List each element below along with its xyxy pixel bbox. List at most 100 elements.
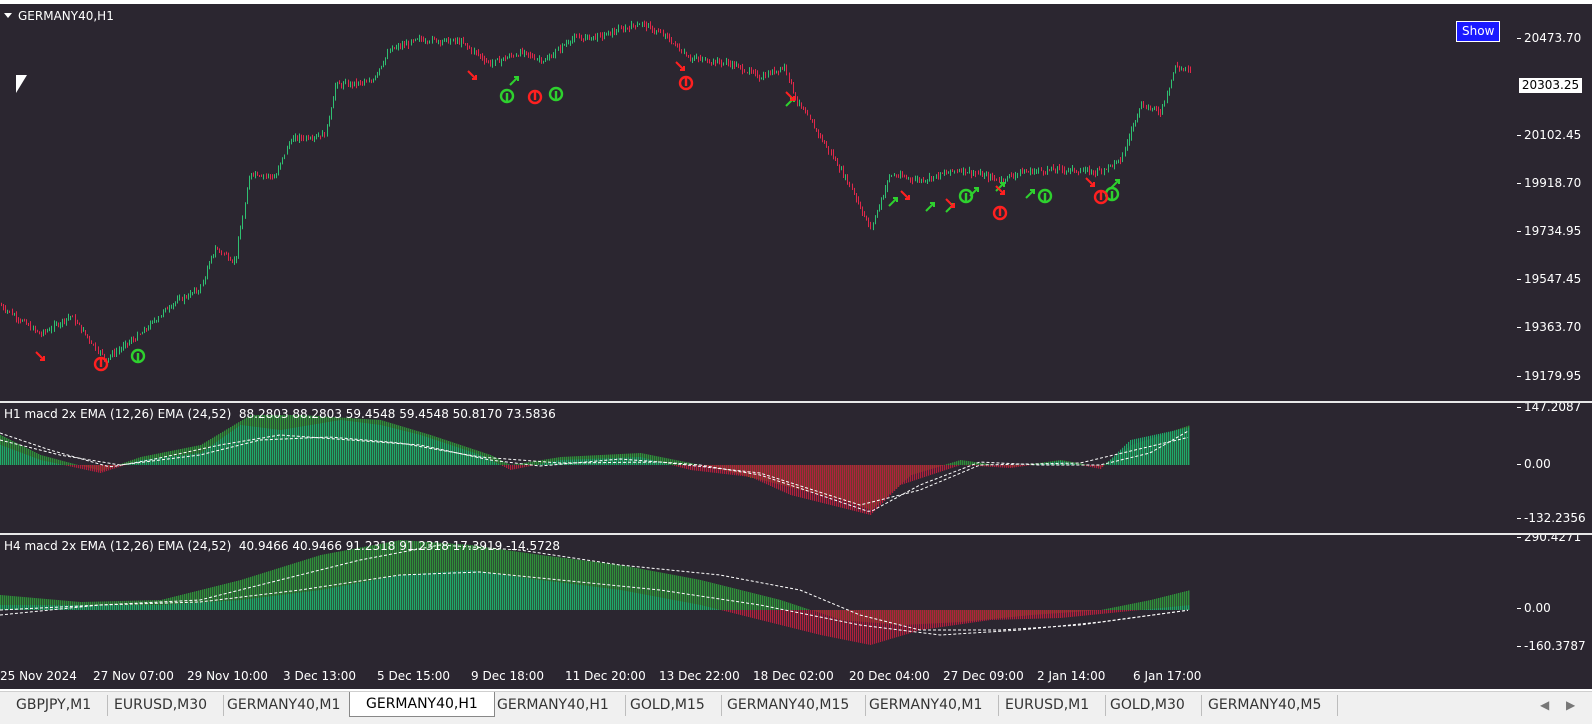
macd-histogram-bar xyxy=(66,605,67,610)
macd-signal-bar xyxy=(804,608,805,610)
candle-body xyxy=(1110,165,1111,166)
macd-histogram-bar xyxy=(442,442,443,465)
candle-body xyxy=(936,174,937,176)
macd-histogram-bar xyxy=(628,457,629,465)
candle-body xyxy=(728,62,729,64)
chart-tab[interactable]: EURUSD,M30 xyxy=(98,695,224,716)
macd-histogram-bar xyxy=(252,599,253,611)
macd-histogram-bar xyxy=(818,610,819,635)
macd-histogram-bar xyxy=(352,584,353,610)
candle-body xyxy=(807,113,808,115)
macd-histogram-bar xyxy=(106,605,107,610)
candle-body xyxy=(839,166,840,170)
candle-body xyxy=(803,107,804,110)
macd-histogram-bar xyxy=(288,594,289,610)
macd-histogram-bar xyxy=(820,465,821,503)
macd-histogram-bar xyxy=(828,465,829,505)
candle-body xyxy=(432,38,433,42)
macd-histogram-bar xyxy=(452,446,453,465)
candle-body xyxy=(1017,173,1018,175)
chart-tab[interactable]: GERMANY40,H1 xyxy=(481,695,626,716)
macd-signal-bar xyxy=(808,609,809,610)
h4-macd-title: H4 macd 2x EMA (12,26) EMA (24,52) 40.94… xyxy=(4,539,560,553)
candle-body xyxy=(1148,107,1149,109)
macd-histogram-bar xyxy=(86,465,87,470)
macd-histogram-bar xyxy=(518,577,519,610)
macd-histogram-bar xyxy=(1018,465,1019,467)
macd-histogram-bar xyxy=(836,610,837,638)
chart-tab[interactable]: GERMANY40,M15 xyxy=(711,695,866,716)
h4-macd-pane[interactable]: H4 macd 2x EMA (12,26) EMA (24,52) 40.94… xyxy=(0,535,1517,665)
macd-histogram-bar xyxy=(1002,610,1003,620)
tabs-scroll-left-icon[interactable]: ◀ xyxy=(1540,698,1549,712)
macd-histogram-bar xyxy=(916,610,917,631)
chart-tab[interactable]: GERMANY40,M1 xyxy=(211,695,357,716)
candle-body xyxy=(356,82,357,85)
candle-body xyxy=(1026,172,1027,173)
macd-histogram-bar xyxy=(1134,610,1135,611)
small-down-arrow-icon xyxy=(676,62,684,70)
candle-body xyxy=(247,190,248,204)
macd-histogram-bar xyxy=(1090,465,1091,467)
chart-tab[interactable]: GOLD,M15 xyxy=(614,695,722,716)
macd-histogram-bar xyxy=(1010,465,1011,468)
macd-histogram-bar xyxy=(586,586,587,610)
macd-histogram-bar xyxy=(580,585,581,610)
macd-histogram-bar xyxy=(1098,465,1099,469)
chart-tab[interactable]: GBPJPY,M1 xyxy=(0,695,108,716)
candle-body xyxy=(272,176,273,177)
chart-tab[interactable]: GOLD,M30 xyxy=(1094,695,1202,716)
macd-histogram-bar xyxy=(78,605,79,610)
macd-histogram-bar xyxy=(296,593,297,610)
candle-body xyxy=(423,39,424,41)
macd-histogram-bar xyxy=(952,610,953,625)
candle-body xyxy=(747,72,748,73)
candle-body xyxy=(831,152,832,153)
show-button[interactable]: Show xyxy=(1456,21,1500,42)
candle-body xyxy=(284,154,285,157)
macd-histogram-bar xyxy=(540,580,541,610)
macd-histogram-bar xyxy=(424,573,425,610)
macd-histogram-bar xyxy=(314,591,315,610)
macd-histogram-bar xyxy=(410,433,411,466)
candle-body xyxy=(660,32,661,33)
macd-histogram-bar xyxy=(666,599,667,610)
macd-histogram-bar xyxy=(60,464,61,465)
macd-histogram-bar xyxy=(940,465,941,472)
candle-body xyxy=(847,176,848,184)
macd-histogram-bar xyxy=(610,458,611,465)
candle-body xyxy=(885,188,886,195)
h1-macd-pane[interactable]: H1 macd 2x EMA (12,26) EMA (24,52) 88.28… xyxy=(0,403,1517,533)
candle-body xyxy=(866,216,867,219)
macd-histogram-bar xyxy=(678,465,679,467)
macd-histogram-bar xyxy=(702,465,703,471)
macd-histogram-bar xyxy=(42,460,43,465)
macd-histogram-bar xyxy=(484,457,485,465)
candle-body xyxy=(270,175,271,176)
tabs-scroll-right-icon[interactable]: ▶ xyxy=(1566,698,1575,712)
macd-histogram-bar xyxy=(202,602,203,610)
chart-tab[interactable]: GERMANY40,M5 xyxy=(1192,695,1338,716)
macd-histogram-bar xyxy=(862,465,863,513)
candle-body xyxy=(1143,104,1144,107)
candle-body xyxy=(329,118,330,124)
candle-body xyxy=(1177,66,1178,67)
macd-histogram-bar xyxy=(1020,465,1021,467)
chart-tab[interactable]: GERMANY40,M1 xyxy=(853,695,999,716)
chart-tab[interactable]: GERMANY40,H1 xyxy=(349,692,495,717)
macd-histogram-bar xyxy=(48,605,49,610)
macd-histogram-bar xyxy=(1008,465,1009,468)
macd-histogram-bar xyxy=(808,610,809,632)
macd-histogram-bar xyxy=(140,460,141,465)
candle-body xyxy=(887,181,888,188)
chart-tab[interactable]: EURUSD,M1 xyxy=(989,695,1106,716)
collapse-triangle-icon[interactable] xyxy=(4,13,12,18)
axis-tick-label: 19734.95 xyxy=(1524,224,1581,238)
macd-histogram-bar xyxy=(570,460,571,465)
macd-signal-bar xyxy=(760,595,761,610)
price-chart-pane[interactable]: GERMANY40,H1 Show xyxy=(0,4,1517,401)
macd-histogram-bar xyxy=(956,610,957,625)
macd-histogram-bar xyxy=(932,610,933,628)
macd-histogram-bar xyxy=(946,610,947,626)
macd-histogram-bar xyxy=(92,465,93,471)
